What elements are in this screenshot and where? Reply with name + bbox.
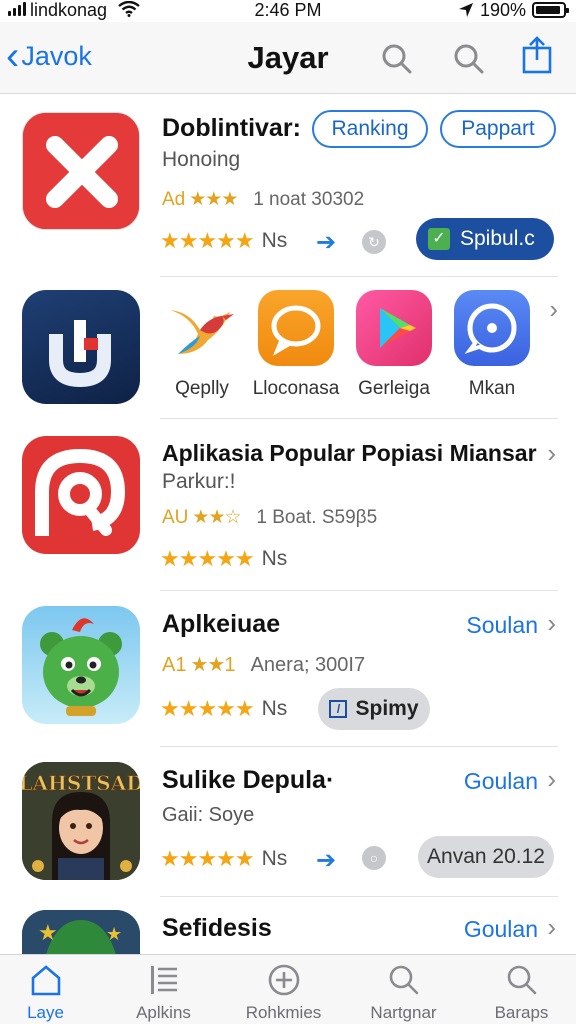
checkbox-icon: ✓: [428, 228, 450, 250]
girl-portrait-icon: LAHSTSAD: [22, 762, 140, 880]
app-title: Doblintivar:: [162, 114, 301, 142]
battery-percent: 190%: [479, 0, 526, 20]
rating: ★★★★★ Ns: [160, 846, 288, 871]
navigation-bar: ‹ Javok Jayar: [0, 22, 576, 94]
arrow-right-icon[interactable]: ➔: [316, 846, 336, 875]
list-item[interactable]: Aplkeiuae Soulan › A1 ★★1 Anera; 300I7 ★★…: [0, 592, 576, 742]
list-item[interactable]: LAHSTSAD Sulike Depula· Goulan › Gaii: S…: [0, 748, 576, 894]
location-arrow-icon: [458, 3, 473, 17]
app-subtitle: Gaii: Soye: [162, 804, 255, 826]
rating: ★★★★★ Ns: [160, 546, 288, 571]
tab-baraps[interactable]: Baraps: [464, 961, 576, 1023]
app-carousel: Qeplly Lloconasa Gerleiga Mkan ›: [0, 290, 576, 420]
arrow-right-icon[interactable]: ➔: [316, 228, 336, 257]
plus-circle-icon: [268, 964, 299, 996]
chevron-right-icon[interactable]: ›: [549, 294, 558, 325]
pappart-button[interactable]: Pappart: [440, 110, 556, 148]
divider: [160, 896, 558, 897]
search-icon[interactable]: [380, 42, 414, 76]
list-item[interactable]: Aplikasia Popular Popiasi Miansar › Park…: [0, 420, 576, 590]
house-icon: [31, 965, 60, 996]
edit-icon: /: [329, 700, 348, 718]
chat-bubble-icon: [258, 290, 334, 366]
soulan-link[interactable]: Soulan: [466, 612, 538, 639]
search-icon: [507, 965, 536, 995]
app-title: Aplkeiuae: [162, 610, 281, 638]
divider: [160, 418, 558, 419]
green-bear-icon: [22, 606, 140, 724]
app-meta: A1 ★★1 Anera; 300I7: [162, 654, 366, 676]
rating: ★★★★★ Ns: [160, 696, 288, 721]
tab-bar: Laye Aplkins Rohkmies Nartgnar Baraps: [0, 954, 576, 1024]
app-tile[interactable]: Mkan: [452, 290, 532, 400]
status-right: 190%: [458, 0, 569, 20]
refresh-icon[interactable]: ↻: [362, 230, 386, 254]
app-title: Sefidesis: [162, 914, 272, 942]
battery-icon: [532, 2, 569, 18]
goulan-link[interactable]: Goulan: [464, 916, 538, 943]
u-logo-icon[interactable]: [22, 290, 140, 404]
tab-rohkmies[interactable]: Rohkmies: [226, 961, 341, 1023]
divider: [160, 746, 558, 747]
search-icon: [389, 965, 418, 995]
app-meta: AU ★★☆ 1 Boat. S59β5: [162, 507, 378, 528]
page-title: Jayar: [247, 40, 329, 75]
play-store-icon: [356, 290, 432, 366]
app-meta: Ad ★★★ 1 noat 30302: [162, 189, 365, 210]
chevron-right-icon[interactable]: ›: [547, 608, 556, 639]
rating: ★★★★★ Ns: [160, 228, 288, 253]
pinterest-like-icon: [22, 436, 140, 554]
app-tile[interactable]: Gerleiga: [354, 290, 434, 400]
ranking-button[interactable]: Ranking: [312, 110, 428, 148]
icon-text: LAHSTSAD: [22, 771, 140, 795]
green-hat-icon: ★ ★: [22, 910, 140, 954]
list-item[interactable]: ★ ★ Sefidesis Goulan ›: [0, 898, 576, 954]
list-item[interactable]: Doblintivar: Ranking Pappart Honoing Ad ★…: [0, 96, 576, 276]
status-bar: lindkonag 2:46 PM 190%: [0, 0, 576, 22]
app-label: Mkan: [468, 378, 516, 399]
svg-text:★: ★: [106, 924, 122, 945]
app-subtitle: Honoing: [162, 148, 241, 171]
tab-nartgnar[interactable]: Nartgnar: [346, 961, 461, 1023]
spimy-button[interactable]: / Spimy: [318, 688, 430, 730]
svg-text:★: ★: [38, 921, 58, 946]
divider: [160, 590, 558, 591]
divider: [160, 276, 558, 277]
close-x-icon: [22, 112, 140, 230]
share-icon[interactable]: [520, 36, 554, 74]
app-tile[interactable]: Lloconasa: [253, 290, 339, 400]
message-circle-icon: [454, 290, 530, 366]
bird-icon: [164, 290, 240, 366]
list-icon: [150, 966, 177, 994]
search-icon[interactable]: [452, 42, 486, 76]
goulan-link[interactable]: Goulan: [464, 768, 538, 795]
app-subtitle: Parkur:!: [162, 470, 236, 493]
chevron-right-icon[interactable]: ›: [547, 438, 556, 469]
spibul-button[interactable]: ✓ Spibul.c: [416, 218, 554, 260]
tab-aplkins[interactable]: Aplkins: [106, 961, 221, 1023]
app-title: Sulike Depula·: [162, 766, 335, 794]
version-button[interactable]: Anvan 20.12: [418, 836, 554, 878]
app-title: Aplikasia Popular Popiasi Miansar: [162, 440, 537, 466]
chevron-right-icon[interactable]: ›: [547, 764, 556, 795]
chevron-right-icon[interactable]: ›: [547, 912, 556, 943]
app-tile[interactable]: Qeplly: [162, 290, 242, 400]
refresh-icon[interactable]: ○: [362, 846, 386, 870]
tab-laye[interactable]: Laye: [0, 961, 103, 1023]
